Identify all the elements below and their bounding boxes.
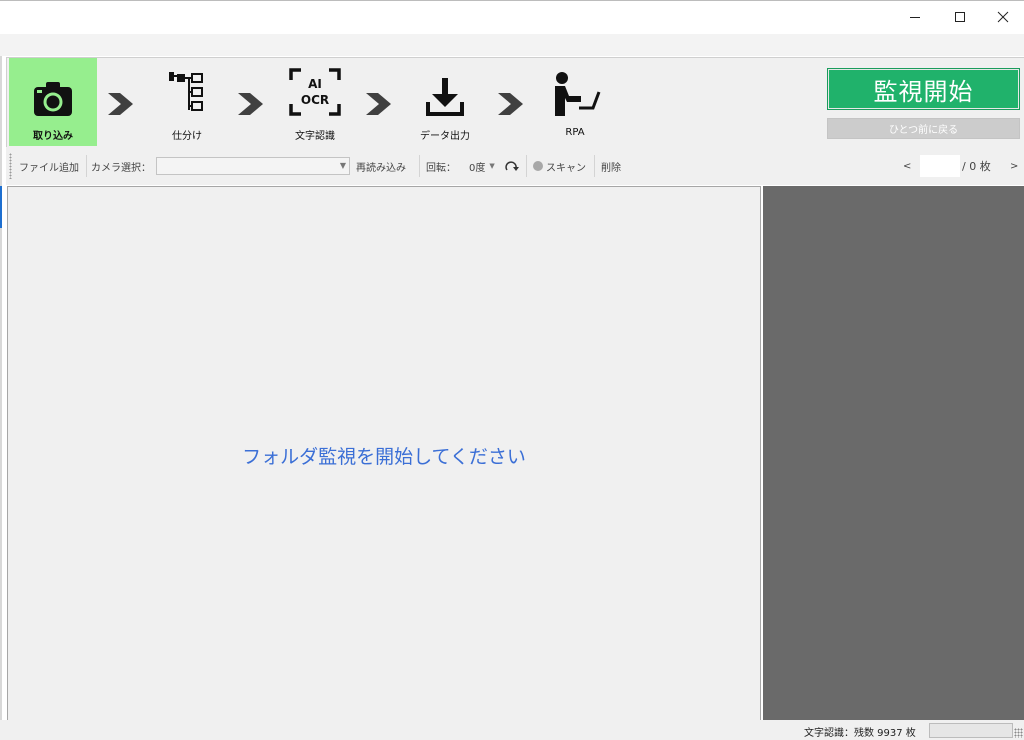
left-border bbox=[0, 56, 2, 720]
preview-panel bbox=[763, 186, 1024, 720]
scan-button[interactable]: スキャン bbox=[533, 147, 586, 185]
step-ocr[interactable]: AI OCR 文字認識 bbox=[265, 58, 365, 146]
menu-strip bbox=[0, 34, 1024, 56]
close-button[interactable] bbox=[980, 0, 1024, 34]
ai-ocr-icon: AI OCR bbox=[287, 58, 343, 118]
rotate-value: 0度 bbox=[469, 162, 486, 174]
camera-select-label: カメラ選択： bbox=[91, 162, 151, 174]
page-total: / 0 枚 bbox=[962, 160, 991, 173]
toolbar-separator bbox=[526, 155, 527, 177]
download-icon bbox=[425, 58, 465, 118]
reload-button[interactable]: 再読み込み bbox=[356, 147, 406, 185]
tree-icon bbox=[167, 58, 207, 118]
resize-grip-icon[interactable] bbox=[1014, 728, 1023, 738]
rotate-select[interactable]: 0度 ▼ bbox=[469, 147, 495, 185]
step-sort-label: 仕分け bbox=[172, 131, 202, 142]
svg-text:OCR: OCR bbox=[301, 93, 329, 107]
page-prev-button[interactable]: < bbox=[903, 147, 911, 185]
svg-text:AI: AI bbox=[308, 77, 322, 91]
document-view[interactable]: フォルダ監視を開始してください bbox=[7, 186, 761, 721]
rotate-label: 回転： bbox=[426, 162, 456, 174]
add-file-button[interactable]: ファイル追加 bbox=[19, 147, 79, 185]
status-progress-bar bbox=[929, 723, 1013, 738]
minimize-icon bbox=[910, 17, 920, 18]
scan-label: スキャン bbox=[546, 162, 586, 174]
step-rpa-label: RPA bbox=[565, 127, 585, 138]
ocr-remaining-status: 文字認識：残数 9937 枚 bbox=[804, 728, 916, 739]
flow-arrow-icon bbox=[495, 91, 525, 121]
flow-arrow-icon bbox=[235, 91, 265, 121]
empty-state-message: フォルダ監視を開始してください bbox=[242, 446, 526, 468]
flow-arrow-icon bbox=[363, 91, 393, 121]
start-monitoring-button[interactable]: 監視開始 bbox=[827, 68, 1020, 110]
close-icon bbox=[997, 11, 1009, 23]
maximize-button[interactable] bbox=[937, 0, 983, 34]
window-top-edge bbox=[0, 0, 1024, 1]
page-number-input[interactable] bbox=[920, 155, 960, 177]
title-bar bbox=[0, 0, 1024, 34]
rotate-icon[interactable] bbox=[504, 147, 520, 185]
toolbar-separator bbox=[86, 155, 87, 177]
step-rpa[interactable]: RPA bbox=[525, 58, 625, 146]
step-export[interactable]: データ出力 bbox=[395, 58, 495, 146]
flow-arrow-icon bbox=[105, 91, 135, 121]
chevron-down-icon: ▼ bbox=[489, 162, 495, 170]
back-button[interactable]: ひとつ前に戻る bbox=[827, 118, 1020, 139]
chevron-down-icon: ▼ bbox=[339, 161, 346, 170]
left-focus-marker bbox=[0, 186, 2, 228]
delete-button[interactable]: 削除 bbox=[601, 147, 621, 185]
minimize-button[interactable] bbox=[892, 0, 938, 34]
toolbar-separator bbox=[419, 155, 420, 177]
step-ocr-label: 文字認識 bbox=[295, 131, 335, 142]
step-sort[interactable]: 仕分け bbox=[137, 58, 237, 146]
step-import[interactable]: 取り込み bbox=[9, 58, 97, 146]
toolbar-separator bbox=[594, 155, 595, 177]
person-computer-icon bbox=[549, 58, 601, 118]
status-bar: 文字認識：残数 9937 枚 bbox=[0, 720, 1024, 740]
maximize-icon bbox=[955, 12, 965, 22]
step-import-label: 取り込み bbox=[33, 131, 73, 142]
step-export-label: データ出力 bbox=[420, 131, 470, 142]
toolbar-grip[interactable] bbox=[9, 153, 12, 179]
camera-icon bbox=[33, 58, 73, 118]
toolbar: ファイル追加 カメラ選択： ▼ 再読み込み 回転： 0度 ▼ スキャン 削除 <… bbox=[6, 147, 1024, 185]
camera-select[interactable]: ▼ bbox=[156, 157, 350, 175]
page-next-button[interactable]: > bbox=[1010, 147, 1018, 185]
scan-dot-icon bbox=[533, 161, 543, 171]
